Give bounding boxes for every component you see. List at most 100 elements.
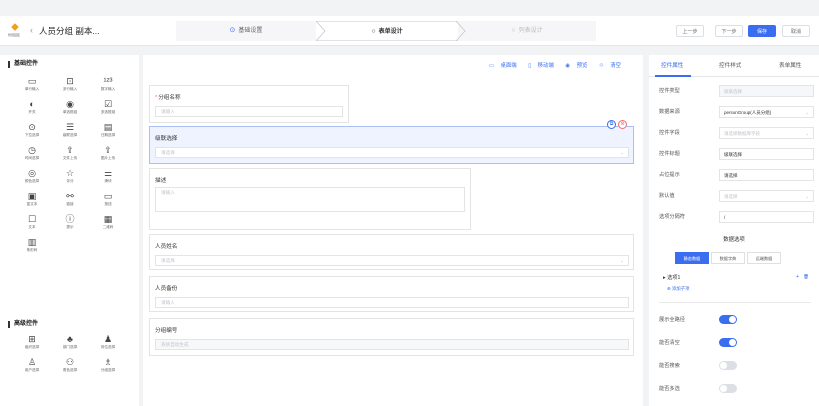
step-basic-settings[interactable]: ⊙ 基础设置 xyxy=(176,21,316,41)
palette-item[interactable]: ⇪ 图片上传 xyxy=(90,144,126,166)
tab-static-data[interactable]: 静态数据 xyxy=(675,252,709,264)
form-field-cascader[interactable]: ⧉ ⊗ 级联选择 请选择 ⌄ xyxy=(149,120,634,164)
palette-item-label: 部门选择 xyxy=(62,345,78,349)
form-field-group-number[interactable]: 分组编号 系统自动生成 xyxy=(149,318,634,356)
palette-item[interactable]: ▤ 日期选择 xyxy=(90,121,126,143)
mobile-view-button[interactable]: ▯ 移动端 xyxy=(523,63,554,69)
toggle-label: 能否清空 xyxy=(659,340,680,346)
palette-item[interactable]: ⓘ 提示 xyxy=(52,213,88,235)
property-input[interactable]: personGroup(人员分组) ⌄ xyxy=(719,106,814,118)
back-icon[interactable]: ‹ xyxy=(30,25,33,35)
property-input[interactable]: 请选择 ⌄ xyxy=(719,190,814,202)
toggle-switch[interactable] xyxy=(719,315,737,324)
palette-item[interactable]: ⚯ 链接 xyxy=(52,190,88,212)
palette-item[interactable]: ☆ 评分 xyxy=(52,167,88,189)
next-step-button[interactable]: 下一步 xyxy=(715,25,743,37)
tab-form-props[interactable]: 表单属性 xyxy=(779,61,801,69)
step-list-design[interactable]: ○ 列表设计 xyxy=(458,21,596,41)
palette-item[interactable]: ¹²³ 数字输入 xyxy=(90,75,126,97)
description-textarea[interactable]: 请输入 xyxy=(155,187,465,212)
form-field-person-backup[interactable]: 人员备份 请输入 xyxy=(149,276,634,312)
property-input[interactable]: 请选择数据库字段 ⌄ xyxy=(719,127,814,139)
palette-item[interactable]: ♙ 用户选择 xyxy=(14,356,50,378)
palette-item[interactable]: ⚌ 滑块 xyxy=(90,167,126,189)
property-input: 级联选择 xyxy=(719,85,814,97)
tab-control-style[interactable]: 控件样式 xyxy=(719,61,741,69)
property-input[interactable]: 请选择 xyxy=(719,169,814,181)
cascader-icon: ☰ xyxy=(65,122,75,132)
palette-item-label: 分组选择 xyxy=(100,368,116,372)
clear-button[interactable]: ♲ 清空 xyxy=(594,63,621,69)
palette-item[interactable]: ▭ 按钮 xyxy=(90,190,126,212)
palette-item[interactable]: ♗ 分组选择 xyxy=(90,356,126,378)
toggle-switch[interactable] xyxy=(719,338,737,347)
palette-item[interactable]: ♟ 岗位选择 xyxy=(90,333,126,355)
tab-remote-data[interactable]: 远端数据 xyxy=(747,252,781,264)
property-row: 控件类型 级联选择 xyxy=(659,83,814,99)
palette-item[interactable]: ☑ 多选框组 xyxy=(90,98,126,120)
property-label: 数据来源 xyxy=(659,109,680,115)
person-backup-input[interactable]: 请输入 xyxy=(155,297,629,308)
prev-step-button[interactable]: 上一步 xyxy=(676,25,704,37)
form-field-person-name[interactable]: 人员姓名 请选择 ⌄ xyxy=(149,234,634,270)
add-icon[interactable]: + xyxy=(796,274,799,280)
palette-item[interactable]: ☐ 文本 xyxy=(14,213,50,235)
date-icon: ▤ xyxy=(103,122,113,132)
chevron-down-icon: ⌄ xyxy=(805,110,809,115)
group-name-input[interactable]: 请输入 xyxy=(155,106,343,117)
palette-item[interactable]: ▦ 二维码 xyxy=(90,213,126,235)
toggle-row: 能否多选 xyxy=(659,382,813,396)
palette-item[interactable]: ⚇ 角色选择 xyxy=(52,356,88,378)
tab-control-props[interactable]: 控件属性 xyxy=(661,61,683,69)
palette-item[interactable]: ⊞ 组织选择 xyxy=(14,333,50,355)
form-field-description[interactable]: 描述 请输入 xyxy=(149,168,471,230)
cascader-select[interactable]: 请选择 ⌄ xyxy=(155,147,629,158)
palette-item[interactable]: ▣ 富文本 xyxy=(14,190,50,212)
palette-item[interactable]: ♣ 部门选择 xyxy=(52,333,88,355)
add-child-button[interactable]: ⊕ 添加子项 xyxy=(667,286,689,292)
toggle-switch[interactable] xyxy=(719,384,737,393)
org-icon: ⊞ xyxy=(28,334,36,344)
option-item[interactable]: ▸ 选项1 + 🗑 xyxy=(663,274,809,281)
palette-item-label: 评分 xyxy=(66,179,74,183)
data-options-title: 数据选项 xyxy=(723,237,745,243)
property-input[interactable]: / xyxy=(719,211,814,223)
palette-item[interactable]: ▭ 单行输入 xyxy=(14,75,50,97)
step-label: 表单设计 xyxy=(378,29,403,35)
palette-item[interactable]: ⊡ 多行输入 xyxy=(52,75,88,97)
copy-icon[interactable]: ⧉ xyxy=(607,120,616,129)
palette-item-label: 文件上传 xyxy=(62,156,78,160)
trash-icon[interactable]: 🗑 xyxy=(803,274,809,280)
delete-icon[interactable]: ⊗ xyxy=(618,120,627,129)
logo-icon: ⬥ xyxy=(11,21,19,33)
property-label: 控件标题 xyxy=(659,151,680,157)
text-icon: ☐ xyxy=(27,214,37,224)
property-row: 占位提示 请选择 xyxy=(659,167,814,183)
expand-icon[interactable]: ▸ xyxy=(663,275,666,281)
desktop-view-button[interactable]: ▭ 桌面端 xyxy=(484,63,517,69)
mobile-icon: ▯ xyxy=(528,63,532,69)
save-button[interactable]: 保存 xyxy=(748,25,776,37)
group-icon: ♗ xyxy=(103,357,113,367)
palette-item-label: 时间选择 xyxy=(24,156,40,160)
tab-dictionary-data[interactable]: 数据字典 xyxy=(711,252,745,264)
palette-item[interactable]: ☰ 级联选择 xyxy=(52,121,88,143)
toggle-switch[interactable] xyxy=(719,361,737,370)
step-chevron-icon xyxy=(316,21,326,41)
palette-item[interactable]: ◐ 开关 xyxy=(14,98,50,120)
field-label: 人员姓名 xyxy=(155,244,178,250)
preview-button[interactable]: ◉ 预览 xyxy=(560,63,587,69)
step-form-design[interactable]: ○ 表单设计 xyxy=(316,21,458,41)
palette-item[interactable]: ⊙ 下拉选择 xyxy=(14,121,50,143)
property-input[interactable]: 级联选择 xyxy=(719,148,814,160)
palette-item[interactable]: ◎ 颜色选择 xyxy=(14,167,50,189)
person-name-select[interactable]: 请选择 ⌄ xyxy=(155,255,629,266)
palette-item-label: 图片上传 xyxy=(100,156,116,160)
palette-item[interactable]: ◷ 时间选择 xyxy=(14,144,50,166)
palette-item[interactable]: ⇪ 文件上传 xyxy=(52,144,88,166)
palette-item[interactable]: ◉ 单选框组 xyxy=(52,98,88,120)
form-field-group-name[interactable]: *分组名称 请输入 xyxy=(149,85,349,123)
palette-item-label: 组织选择 xyxy=(24,345,40,349)
cancel-button[interactable]: 取消 xyxy=(782,25,810,37)
palette-item[interactable]: ▥ 条形码 xyxy=(14,236,50,258)
